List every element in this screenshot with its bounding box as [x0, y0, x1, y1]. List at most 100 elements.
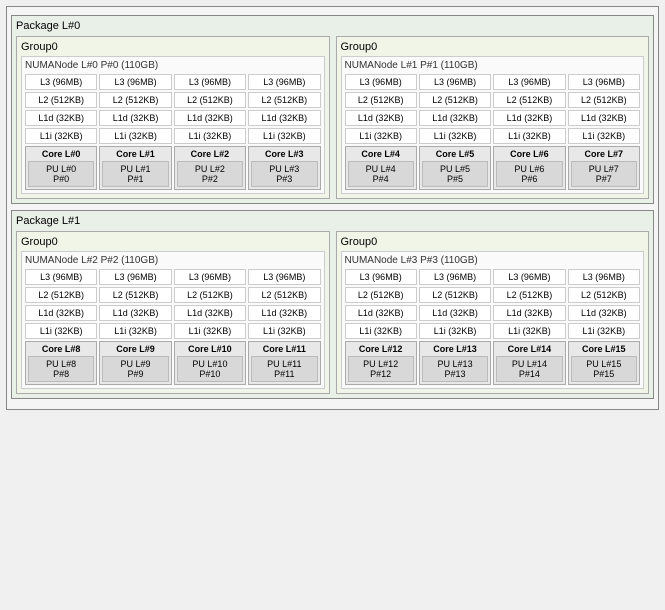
cache-cell-1-1-1-1: L2 (512KB)	[419, 287, 491, 303]
cache-cell-0-0-0-1: L3 (96MB)	[99, 74, 171, 90]
cache-cell-1-1-3-1: L1i (32KB)	[419, 323, 491, 339]
cache-row-0-1-3: L1i (32KB)L1i (32KB)L1i (32KB)L1i (32KB)	[345, 128, 641, 144]
package-title-1: Package L#1	[16, 215, 649, 227]
numa-box-1-0: NUMANode L#2 P#2 (110GB)L3 (96MB)L3 (96M…	[21, 251, 325, 389]
cache-cell-1-0-2-1: L1d (32KB)	[99, 305, 171, 321]
cache-cell-0-1-2-1: L1d (32KB)	[419, 110, 491, 126]
cache-cell-0-0-0-0: L3 (96MB)	[25, 74, 97, 90]
cache-cell-0-1-0-2: L3 (96MB)	[493, 74, 565, 90]
cache-cell-1-0-0-2: L3 (96MB)	[174, 269, 246, 285]
group-1-1: Group0NUMANode L#3 P#3 (110GB)L3 (96MB)L…	[336, 231, 650, 394]
cache-cell-0-1-0-0: L3 (96MB)	[345, 74, 417, 90]
cache-row-0-0-3: L1i (32KB)L1i (32KB)L1i (32KB)L1i (32KB)	[25, 128, 321, 144]
core-box-1-0-3: Core L#11PU L#11 P#11	[248, 341, 320, 385]
cache-cell-1-0-2-3: L1d (32KB)	[248, 305, 320, 321]
cache-row-1-0-2: L1d (32KB)L1d (32KB)L1d (32KB)L1d (32KB)	[25, 305, 321, 321]
group-title-0-0: Group0	[21, 41, 325, 53]
package-1: Package L#1 Group0 NUMANode L#2 P#2 (110GB…	[11, 210, 654, 399]
group-title-0-1: Group0	[341, 41, 645, 53]
core-box-0-1-2: Core L#6 PU L#6 P#6	[493, 146, 565, 190]
pu-box-1-0-3: PU L#11 P#11	[251, 356, 317, 382]
cache-cell-1-0-2-2: L1d (32KB)	[174, 305, 246, 321]
cache-row-1-1-0: L3 (96MB)L3 (96MB)L3 (96MB)L3 (96MB)	[345, 269, 641, 285]
group-0-1: Group0NUMANode L#1 P#1 (110GB)L3 (96MB)L…	[336, 36, 650, 199]
cache-cell-0-0-1-2: L2 (512KB)	[174, 92, 246, 108]
cache-cell-1-0-0-3: L3 (96MB)	[248, 269, 320, 285]
cache-cell-0-1-3-3: L1i (32KB)	[568, 128, 640, 144]
cache-cell-1-1-0-3: L3 (96MB)	[568, 269, 640, 285]
group-1-0: Group0NUMANode L#2 P#2 (110GB)L3 (96MB)L…	[16, 231, 330, 394]
cache-cell-1-1-1-2: L2 (512KB)	[493, 287, 565, 303]
core-box-1-1-1: Core L#13 PU L#13 P#13	[419, 341, 491, 385]
cache-cell-1-0-0-0: L3 (96MB)	[25, 269, 97, 285]
core-box-0-0-0: Core L#0PU L#0 P#0	[25, 146, 97, 190]
core-title-1-1-1: Core L#13	[422, 344, 488, 354]
core-title-0-1-2: Core L#6	[496, 149, 562, 159]
package-title-0: Package L#0	[16, 20, 649, 32]
core-box-0-0-3: Core L#3PU L#3 P#3	[248, 146, 320, 190]
pu-box-0-1-2: PU L#6 P#6	[496, 161, 562, 187]
cache-cell-1-1-2-2: L1d (32KB)	[493, 305, 565, 321]
cache-cell-1-0-3-2: L1i (32KB)	[174, 323, 246, 339]
cache-cell-0-1-0-1: L3 (96MB)	[419, 74, 491, 90]
cache-row-0-0-1: L2 (512KB)L2 (512KB)L2 (512KB)L2 (512KB)	[25, 92, 321, 108]
package-0: Package L#0 Group0 NUMANode L#0 P#0 (110GB…	[11, 15, 654, 204]
cache-row-1-0-0: L3 (96MB)L3 (96MB)L3 (96MB)L3 (96MB)	[25, 269, 321, 285]
pu-box-1-0-2: PU L#10 P#10	[177, 356, 243, 382]
cache-cell-1-1-0-1: L3 (96MB)	[419, 269, 491, 285]
cores-row-0-1: Core L#4PU L#4 P#4Core L#5PU L#5 P#5Core…	[345, 146, 641, 190]
cache-cell-0-0-1-3: L2 (512KB)	[248, 92, 320, 108]
cache-cell-0-0-3-3: L1i (32KB)	[248, 128, 320, 144]
cache-cell-0-1-0-3: L3 (96MB)	[568, 74, 640, 90]
cache-cell-1-0-3-0: L1i (32KB)	[25, 323, 97, 339]
numa-title-0-0: NUMANode L#0 P#0 (110GB)	[25, 60, 321, 71]
core-box-0-0-1: Core L#1PU L#1 P#1	[99, 146, 171, 190]
cache-cell-1-0-3-3: L1i (32KB)	[248, 323, 320, 339]
cache-cell-0-0-2-1: L1d (32KB)	[99, 110, 171, 126]
numa-title-1-1: NUMANode L#3 P#3 (110GB)	[345, 255, 641, 266]
cache-cell-0-1-1-2: L2 (512KB)	[493, 92, 565, 108]
core-box-1-0-0: Core L#8PU L#8 P#8	[25, 341, 97, 385]
core-title-0-0-2: Core L#2	[177, 149, 243, 159]
cache-cell-1-0-1-2: L2 (512KB)	[174, 287, 246, 303]
pu-box-0-0-1: PU L#1 P#1	[102, 161, 168, 187]
machine-box: Package L#0 Group0 NUMANode L#0 P#0 (110GB…	[6, 6, 659, 410]
cache-row-1-1-2: L1d (32KB)L1d (32KB)L1d (32KB)L1d (32KB)	[345, 305, 641, 321]
pu-box-1-1-3: PU L#15 P#15	[571, 356, 637, 382]
pu-box-0-1-1: PU L#5 P#5	[422, 161, 488, 187]
core-title-0-1-0: Core L#4	[348, 149, 414, 159]
core-box-1-1-0: Core L#12PU L#12 P#12	[345, 341, 417, 385]
cache-cell-1-0-0-1: L3 (96MB)	[99, 269, 171, 285]
core-title-1-0-0: Core L#8	[28, 344, 94, 354]
pu-box-0-1-0: PU L#4 P#4	[348, 161, 414, 187]
cache-cell-0-0-3-1: L1i (32KB)	[99, 128, 171, 144]
core-box-0-0-2: Core L#2PU L#2 P#2	[174, 146, 246, 190]
cache-cell-1-1-0-0: L3 (96MB)	[345, 269, 417, 285]
cache-row-0-1-1: L2 (512KB)L2 (512KB)L2 (512KB)L2 (512KB)	[345, 92, 641, 108]
core-title-0-0-3: Core L#3	[251, 149, 317, 159]
core-box-1-0-2: Core L#10 PU L#10 P#10	[174, 341, 246, 385]
core-box-0-1-1: Core L#5PU L#5 P#5	[419, 146, 491, 190]
cache-cell-1-0-2-0: L1d (32KB)	[25, 305, 97, 321]
numa-title-1-0: NUMANode L#2 P#2 (110GB)	[25, 255, 321, 266]
numa-box-0-0: NUMANode L#0 P#0 (110GB) L3 (96MB)L3 (96M…	[21, 56, 325, 194]
core-title-1-0-2: Core L#10	[177, 344, 243, 354]
cache-cell-1-1-1-0: L2 (512KB)	[345, 287, 417, 303]
cache-row-0-0-0: L3 (96MB)L3 (96MB)L3 (96MB)L3 (96MB)	[25, 74, 321, 90]
group-title-1-0: Group0	[21, 236, 325, 248]
core-box-0-1-3: Core L#7PU L#7 P#7	[568, 146, 640, 190]
pu-box-1-0-1: PU L#9 P#9	[102, 356, 168, 382]
cache-cell-0-1-3-2: L1i (32KB)	[493, 128, 565, 144]
cache-cell-0-0-2-0: L1d (32KB)	[25, 110, 97, 126]
cores-row-1-1: Core L#12PU L#12 P#12 Core L#13 PU L#13 P#…	[345, 341, 641, 385]
cache-cell-0-0-2-3: L1d (32KB)	[248, 110, 320, 126]
cache-cell-1-0-1-0: L2 (512KB)	[25, 287, 97, 303]
cache-cell-1-1-3-2: L1i (32KB)	[493, 323, 565, 339]
core-box-0-1-0: Core L#4 PU L#4 P#4	[345, 146, 417, 190]
pu-box-1-1-1: PU L#13 P#13	[422, 356, 488, 382]
pu-box-1-1-2: PU L#14 P#14	[496, 356, 562, 382]
cache-cell-1-0-1-3: L2 (512KB)	[248, 287, 320, 303]
core-title-0-0-0: Core L#0	[28, 149, 94, 159]
cache-cell-0-1-1-1: L2 (512KB)	[419, 92, 491, 108]
cache-cell-0-1-2-2: L1d (32KB)	[493, 110, 565, 126]
